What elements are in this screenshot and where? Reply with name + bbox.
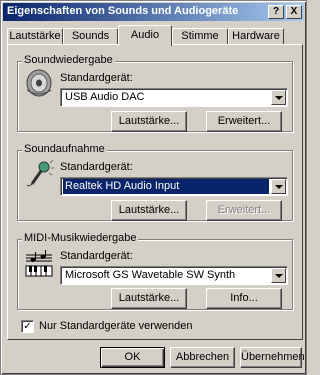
playback-device-select[interactable]: USB Audio DAC [60,88,288,107]
recording-advanced-button[interactable]: Erweitert... [206,200,282,221]
only-default-label[interactable]: Nur Standardgeräte verwenden [39,320,192,332]
speaker-icon [26,69,52,97]
tab-strip: Lautstärke Sounds Audio Stimme Hardware [7,25,303,46]
playback-device-value: USB Audio DAC [65,91,145,103]
midi-group-label: MIDI-Musikwiedergabe [22,232,139,244]
recording-device-select[interactable]: Realtek HD Audio Input [60,177,288,196]
midi-device-select[interactable]: Microsoft GS Wavetable SW Synth [60,266,288,285]
tab-stimme[interactable]: Stimme [172,28,228,45]
recording-group: Soundaufnahme Standardgerät: Realtek HD … [17,143,293,221]
playback-group-label: Soundwiedergabe [22,54,115,66]
help-button[interactable]: ? [268,5,284,19]
tab-audio[interactable]: Audio [118,25,172,46]
recording-volume-button[interactable]: Lautstärke... [111,200,187,221]
tab-lautstaerke[interactable]: Lautstärke [7,28,63,45]
audio-tab-panel: Soundwiedergabe Standardgerät: USB Audio… [7,44,303,340]
chevron-down-icon[interactable] [271,268,286,283]
recording-device-value: Realtek HD Audio Input [63,179,269,194]
playback-volume-button[interactable]: Lautstärke... [111,111,187,132]
midi-default-label: Standardgerät: [60,250,133,262]
window-title: Eigenschaften von Sounds und Audiogeräte [7,5,239,17]
tab-sounds[interactable]: Sounds [63,28,118,45]
close-button[interactable]: X [286,5,302,19]
chevron-down-icon[interactable] [271,179,286,194]
recording-group-label: Soundaufnahme [22,143,107,155]
tab-hardware[interactable]: Hardware [228,28,284,45]
midi-keyboard-icon [25,250,53,277]
playback-group: Soundwiedergabe Standardgerät: USB Audio… [17,54,293,132]
midi-volume-button[interactable]: Lautstärke... [111,288,187,309]
cancel-button[interactable]: Abbrechen [170,347,235,368]
playback-advanced-button[interactable]: Erweitert... [206,111,282,132]
midi-info-button[interactable]: Info... [206,288,282,309]
microphone-icon [26,159,54,187]
title-bar[interactable]: Eigenschaften von Sounds und Audiogeräte… [3,3,304,21]
ok-button[interactable]: OK [100,347,165,368]
chevron-down-icon[interactable] [271,90,286,105]
only-default-checkbox[interactable]: ✓ [21,320,34,333]
properties-window: Eigenschaften von Sounds und Audiogeräte… [0,0,307,375]
midi-device-value: Microsoft GS Wavetable SW Synth [65,269,236,281]
midi-group: MIDI-Musikwiedergabe Standardgerät: Micr… [17,232,293,310]
playback-default-label: Standardgerät: [60,72,133,84]
apply-button[interactable]: Übernehmen [240,347,305,368]
recording-default-label: Standardgerät: [60,161,133,173]
